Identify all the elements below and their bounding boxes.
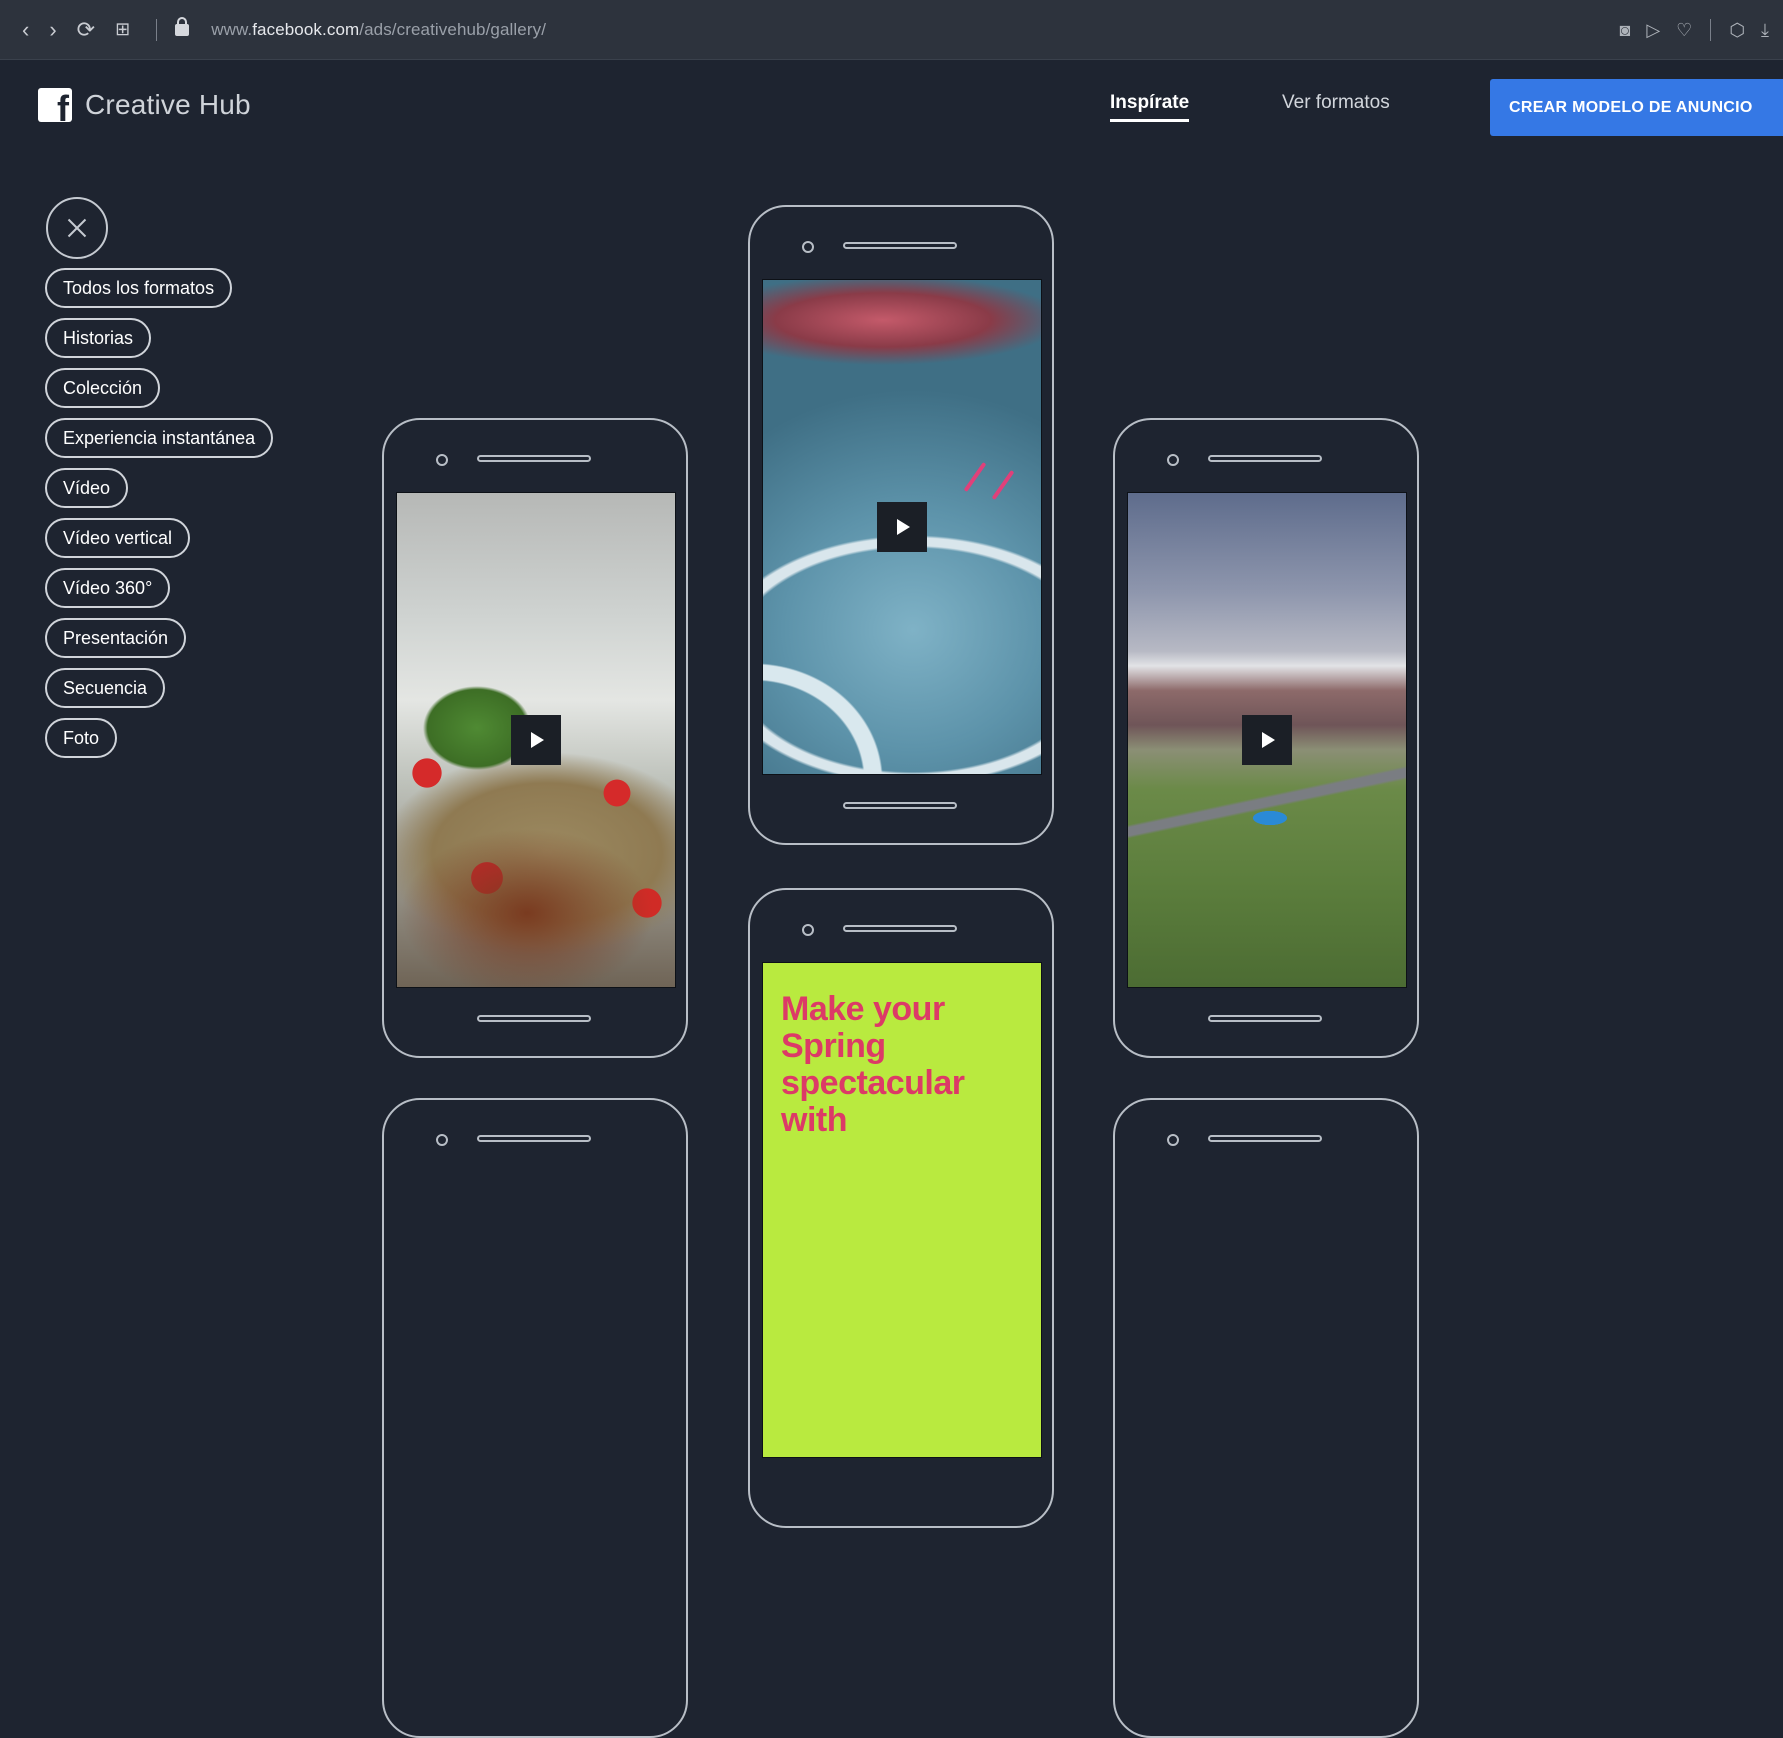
- url-domain: facebook.com: [252, 19, 360, 39]
- nav-label: Inspírate: [1110, 92, 1190, 113]
- camera-dot: [1167, 1134, 1179, 1146]
- speaker-slot: [1208, 1135, 1322, 1142]
- video-thumbnail-food[interactable]: [396, 492, 676, 988]
- phone-mockup-food[interactable]: [382, 418, 688, 1058]
- phone-mockup-landscape[interactable]: [1113, 418, 1419, 1058]
- divider: [1710, 19, 1712, 41]
- decoration: [963, 461, 987, 493]
- browser-nav: ‹ › ⟳ ⊞: [22, 17, 163, 43]
- filter-photo[interactable]: Foto: [45, 718, 118, 758]
- camera-dot: [1167, 454, 1179, 466]
- camera-icon[interactable]: ◙: [1619, 20, 1630, 41]
- video-thumbnail-pool[interactable]: [762, 279, 1042, 775]
- send-icon[interactable]: ▷: [1646, 20, 1660, 41]
- nav-label: Ver formatos: [1282, 92, 1390, 113]
- filter-video[interactable]: Vídeo: [45, 468, 129, 508]
- filter-instant-experience[interactable]: Experiencia instantánea: [45, 418, 274, 458]
- speaker-slot: [843, 925, 957, 932]
- speaker-slot: [477, 455, 591, 462]
- phone-mockup-pool[interactable]: [748, 205, 1054, 845]
- home-button: [1208, 1015, 1322, 1022]
- download-icon[interactable]: ⤓: [1761, 20, 1769, 41]
- speaker-slot: [1208, 455, 1322, 462]
- nav-inspirate[interactable]: Inspírate: [1110, 92, 1190, 122]
- creative-hub-logo[interactable]: f Creative Hub: [38, 88, 251, 122]
- browser-actions: ◙ ▷ ♡ ⬡ ⤓: [1619, 0, 1769, 60]
- decoration: [991, 469, 1015, 501]
- speaker-slot: [477, 1135, 591, 1142]
- camera-dot: [802, 924, 814, 936]
- create-ad-mockup-button[interactable]: CREAR MODELO DE ANUNCIO: [1490, 79, 1783, 136]
- filter-carousel[interactable]: Secuencia: [45, 668, 166, 708]
- extension-icon[interactable]: ⬡: [1729, 20, 1745, 41]
- facebook-icon: f: [38, 88, 72, 122]
- forward-icon[interactable]: ›: [49, 17, 56, 43]
- play-icon[interactable]: [511, 715, 561, 765]
- play-icon[interactable]: [1242, 715, 1292, 765]
- divider: [156, 18, 158, 41]
- active-underline: [1110, 119, 1190, 122]
- camera-dot: [436, 454, 448, 466]
- close-icon: [67, 218, 87, 238]
- camera-dot: [436, 1134, 448, 1146]
- filter-all-formats[interactable]: Todos los formatos: [45, 268, 233, 308]
- url-path: /ads/creativehub/gallery/: [359, 19, 547, 39]
- filter-stories[interactable]: Historias: [45, 318, 152, 358]
- speaker-slot: [843, 242, 957, 249]
- phone-mockup-spring[interactable]: Make your Spring spectacular with: [748, 888, 1054, 1528]
- close-filters-button[interactable]: [46, 197, 108, 259]
- logo-text: Creative Hub: [85, 89, 251, 120]
- reload-icon[interactable]: ⟳: [77, 17, 95, 43]
- back-icon[interactable]: ‹: [22, 17, 29, 43]
- filter-360-video[interactable]: Vídeo 360°: [45, 568, 171, 608]
- address-bar[interactable]: www.facebook.com/ads/creativehub/gallery…: [211, 20, 546, 40]
- ad-thumbnail-spring[interactable]: Make your Spring spectacular with: [762, 962, 1042, 1458]
- camera-dot: [802, 241, 814, 253]
- speed-dial-icon[interactable]: ⊞: [115, 19, 130, 40]
- url-prefix: www.: [211, 19, 253, 39]
- filter-vertical-video[interactable]: Vídeo vertical: [45, 518, 191, 558]
- spring-ad-text: Make your Spring spectacular with: [781, 990, 965, 1139]
- heart-icon[interactable]: ♡: [1676, 20, 1692, 41]
- phone-mockup-partial[interactable]: [1113, 1098, 1419, 1738]
- nav-ver-formatos[interactable]: Ver formatos: [1282, 92, 1390, 114]
- browser-toolbar: ‹ › ⟳ ⊞ www.facebook.com/ads/creativehub…: [0, 0, 1783, 60]
- home-button: [477, 1015, 591, 1022]
- video-thumbnail-landscape[interactable]: [1127, 492, 1407, 988]
- phone-mockup-partial[interactable]: [382, 1098, 688, 1738]
- filter-collection[interactable]: Colección: [45, 368, 161, 408]
- filter-slideshow[interactable]: Presentación: [45, 618, 187, 658]
- home-button: [843, 802, 957, 809]
- lock-icon: [175, 16, 190, 36]
- play-icon[interactable]: [877, 502, 927, 552]
